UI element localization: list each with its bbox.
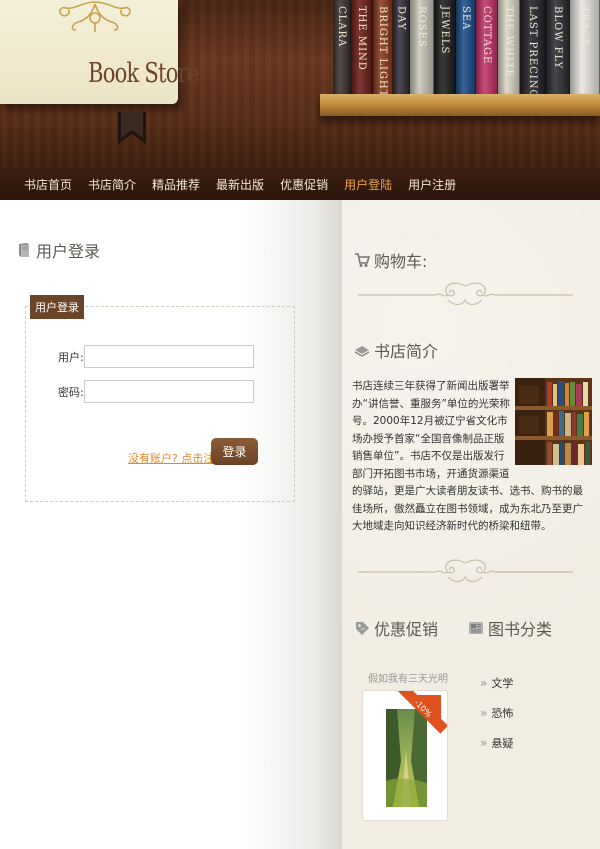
book-spine: JEWELS [434, 0, 456, 95]
promo-book-card[interactable]: -10% [362, 690, 448, 821]
book-spine: DAY [393, 0, 410, 95]
category-item[interactable]: » 文学 [480, 668, 513, 698]
book-spine: ROSES [410, 0, 434, 95]
shopping-cart-icon [355, 253, 370, 267]
book-spine: THE MIND [351, 0, 373, 95]
price-tag-icon [356, 622, 369, 635]
categories-title: 图书分类 [468, 616, 552, 640]
promo-title: 优惠促销 [354, 616, 438, 640]
promo-book-cover [386, 695, 441, 807]
bookmark-ribbon-icon [118, 112, 146, 144]
book-icon [19, 243, 29, 257]
divider-ornament-icon [358, 559, 573, 583]
chevron-right-icon: » [480, 706, 488, 720]
login-form [25, 306, 295, 502]
book-spine: CLARA [333, 0, 351, 95]
site-header: Book Store CLARA THE MIND BRIGHT LIGHTS DAY… [0, 0, 600, 168]
chevron-right-icon: » [480, 676, 488, 690]
sidebar: 购物车: 书店简介 书店连续三年获得了新闻出版署举办“讲信誉、重服务”单位的光荣… [342, 200, 600, 849]
intro-title: 书店简介 [354, 338, 438, 362]
username-input[interactable] [84, 345, 254, 368]
password-row: 密码: [58, 380, 254, 403]
main-nav: 书店首页 书店简介 精品推荐 最新出版 优惠促销 用户登陆 用户注册 [0, 168, 600, 200]
logo-book[interactable]: Book Store [0, 0, 199, 112]
login-section-title: 用户登录 [16, 238, 100, 262]
newspaper-icon [469, 622, 483, 634]
nav-item-7[interactable]: 用户注册 [408, 176, 456, 193]
username-label: 用户: [58, 350, 84, 364]
bookshelf-plank [320, 94, 600, 116]
login-button[interactable]: 登录 [211, 438, 258, 465]
logo-title: Book Store [88, 58, 199, 89]
nav-item-4[interactable]: 最新出版 [216, 176, 264, 193]
ornament-icon [59, 1, 131, 32]
book-spine: COTTAGE [476, 0, 498, 95]
bookshelf-books: CLARA THE MIND BRIGHT LIGHTS DAY ROSES JEWELS… [333, 0, 600, 95]
nav-item-2[interactable]: 书店简介 [88, 176, 136, 193]
book-spine: BLOW FLY [546, 0, 570, 95]
cart-title: 购物车: [354, 248, 427, 272]
book-spine: SEA [456, 0, 476, 95]
category-item[interactable]: » 恐怖 [480, 698, 513, 728]
nav-item-1[interactable]: 书店首页 [24, 176, 72, 193]
book-spine: LAST PRECINCT [520, 0, 546, 95]
book-spine: BRIGHT LIGHTS [373, 0, 393, 95]
nav-item-6[interactable]: 用户登陆 [344, 176, 392, 193]
book-spine: THE WHITE [498, 0, 520, 95]
divider-ornament-icon [358, 282, 573, 306]
password-label: 密码: [58, 385, 84, 399]
book-spine: TRACE [570, 0, 600, 95]
nav-item-3[interactable]: 精品推荐 [152, 176, 200, 193]
intro-text-block: 书店连续三年获得了新闻出版署举办“讲信誉、重服务”单位的光荣称号。2000年12… [352, 378, 592, 536]
bookshelf-photo [515, 378, 592, 465]
password-input[interactable] [84, 380, 254, 403]
login-legend: 用户登录 [30, 295, 84, 319]
promo-book-name[interactable]: 假如我有三天光明 [368, 670, 448, 685]
main-content: 用户登录 用户登录 用户: 密码: 没有账户? 点击注册 登录 [0, 200, 342, 849]
username-row: 用户: [58, 345, 254, 368]
nav-item-5[interactable]: 优惠促销 [280, 176, 328, 193]
chevron-right-icon: » [480, 736, 488, 750]
book-stack-icon [354, 346, 370, 357]
category-list: » 文学» 恐怖» 悬疑 [480, 668, 513, 758]
category-item[interactable]: » 悬疑 [480, 728, 513, 758]
